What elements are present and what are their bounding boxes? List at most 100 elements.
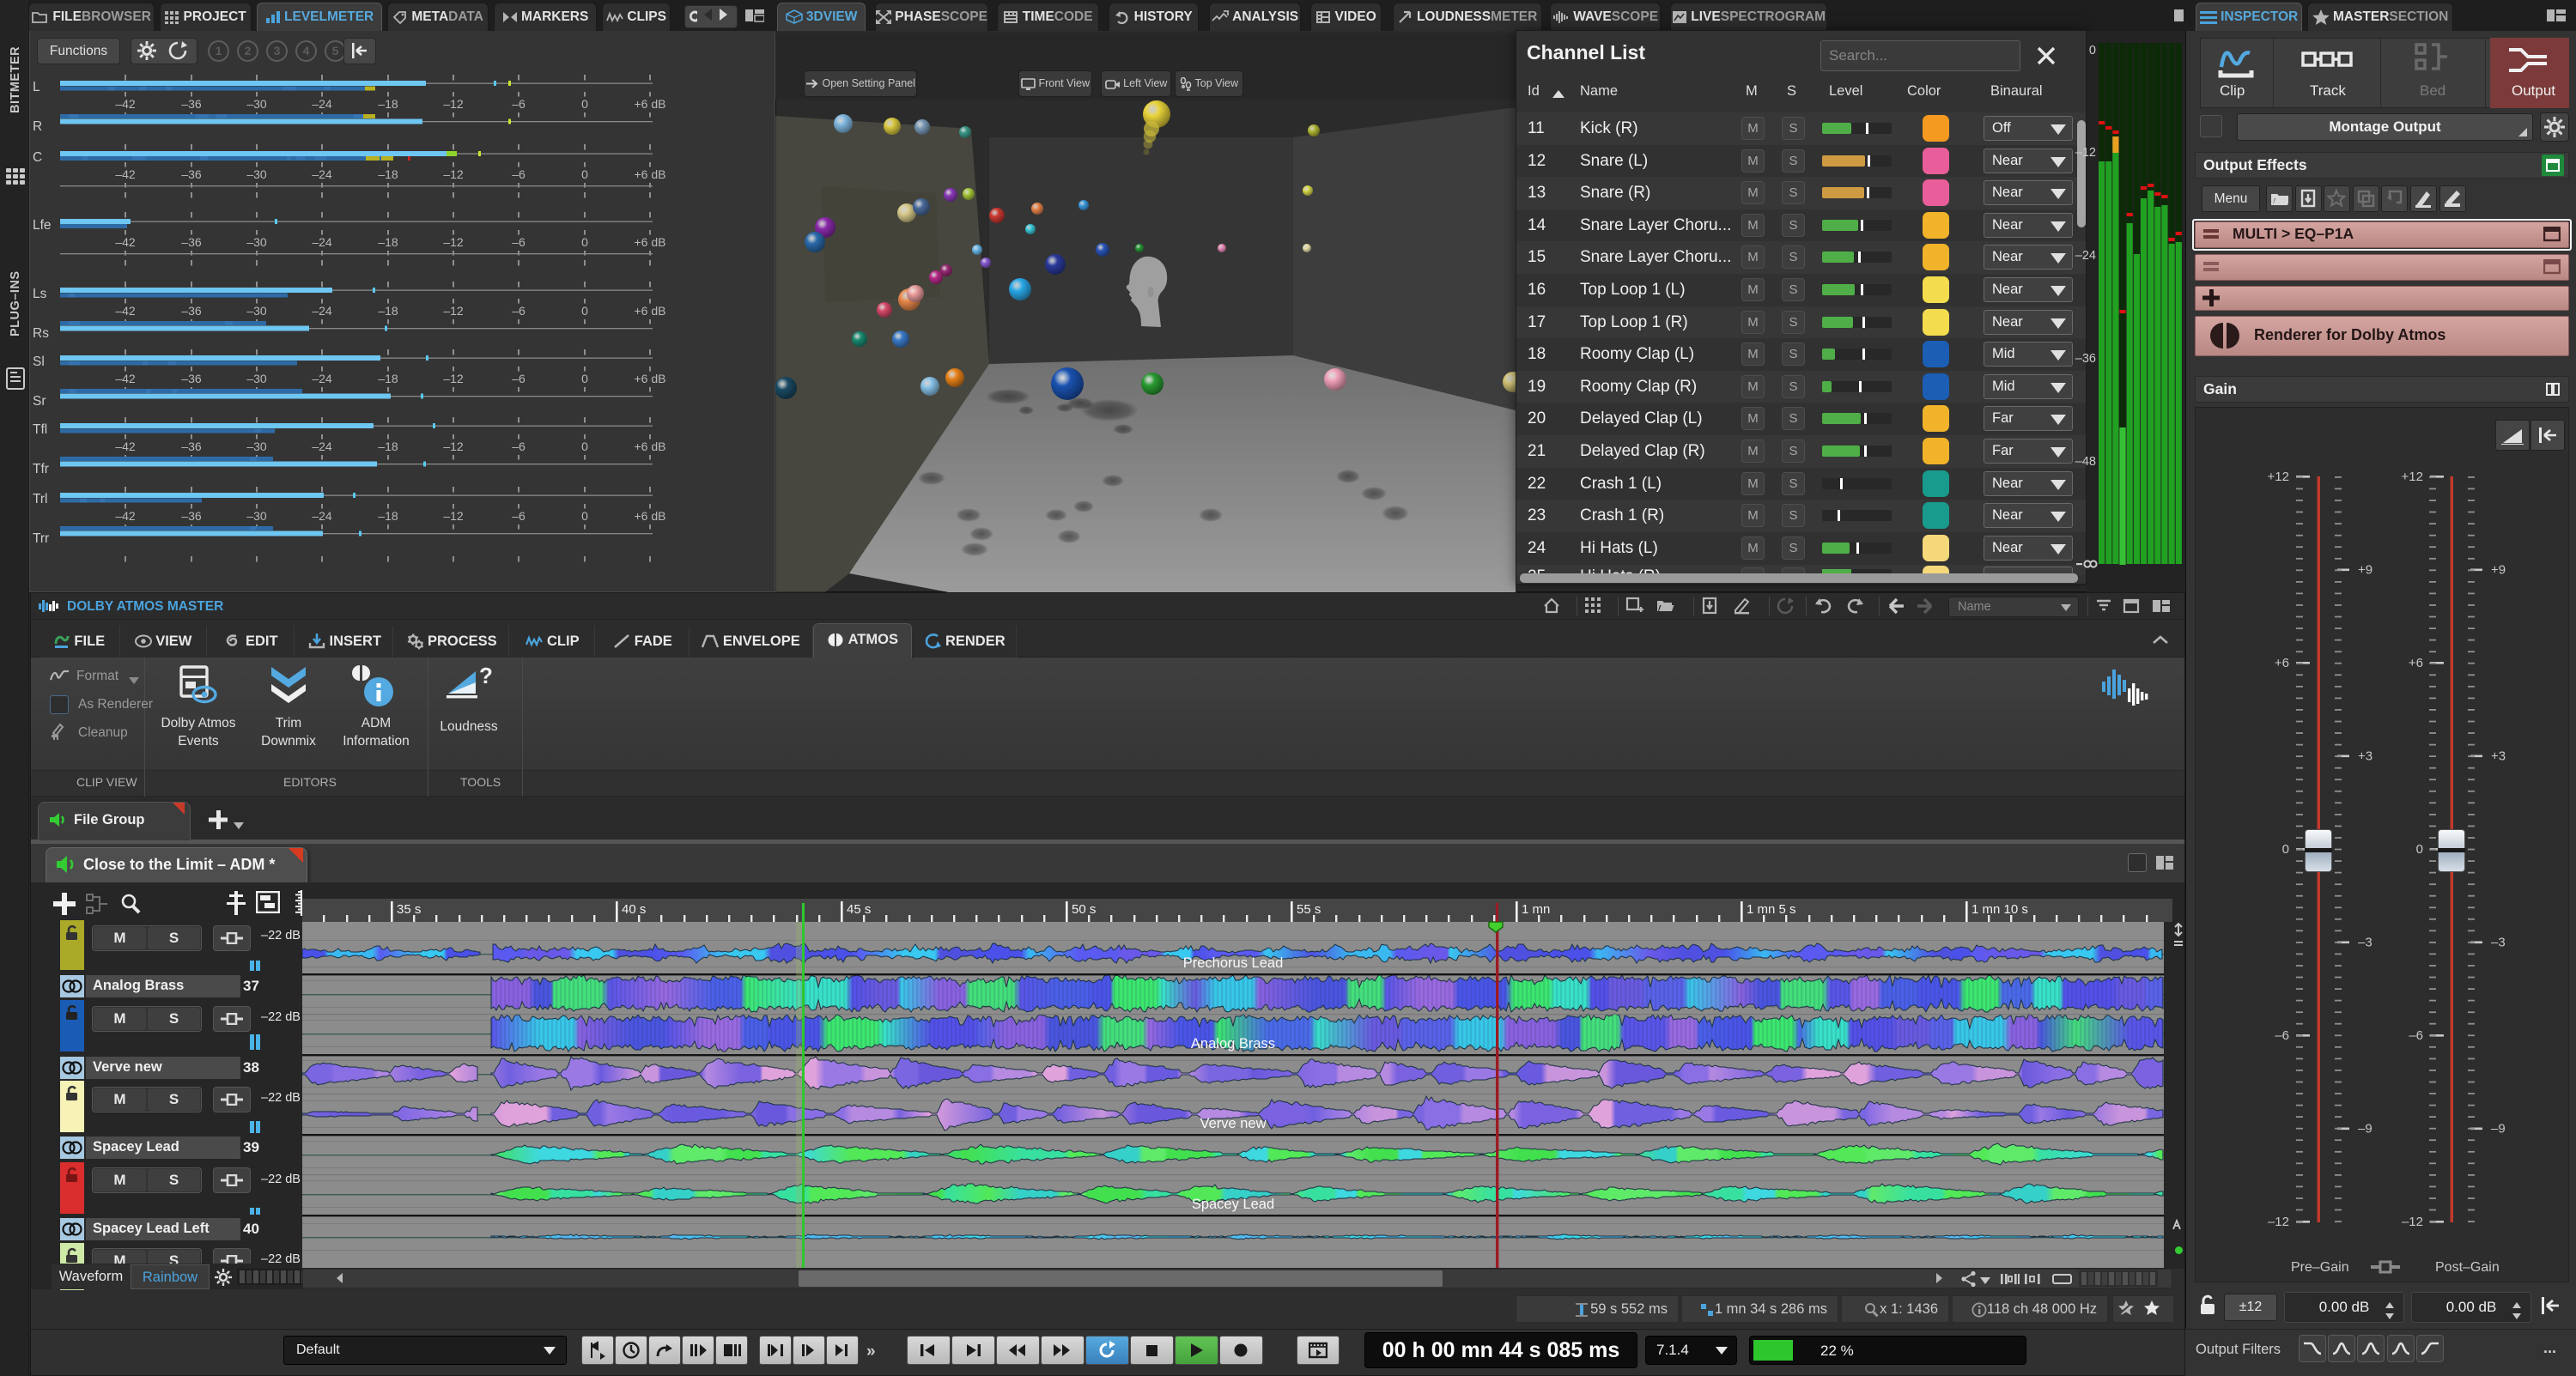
svg-text:–6: –6	[512, 235, 526, 249]
svg-text:–18: –18	[378, 304, 398, 318]
svg-text:R: R	[33, 119, 42, 134]
svg-text:–24: –24	[312, 97, 332, 111]
svg-text:Sl: Sl	[33, 355, 45, 369]
svg-text:–9: –9	[2358, 1122, 2372, 1137]
svg-text:0: 0	[2089, 44, 2096, 58]
svg-text:–12: –12	[443, 439, 464, 453]
svg-text:–30: –30	[246, 167, 267, 181]
svg-text:–36: –36	[181, 372, 202, 385]
svg-text:0: 0	[581, 509, 588, 523]
svg-text:–30: –30	[246, 439, 267, 453]
svg-text:–42: –42	[115, 97, 136, 111]
svg-text:–6: –6	[512, 97, 526, 111]
svg-text:Trr: Trr	[33, 531, 49, 546]
svg-text:–36: –36	[181, 509, 202, 523]
svg-text:+6 dB: +6 dB	[635, 304, 666, 318]
svg-text:Verve new: Verve new	[1200, 1116, 1266, 1131]
svg-text:–24: –24	[2075, 249, 2096, 263]
svg-text:0: 0	[581, 167, 588, 181]
svg-text:0: 0	[581, 439, 588, 453]
svg-text:–6: –6	[512, 304, 526, 318]
svg-text:–6: –6	[512, 372, 526, 385]
svg-text:Spacey Lead: Spacey Lead	[1192, 1197, 1274, 1212]
svg-text:L: L	[33, 80, 40, 94]
svg-text:–6: –6	[512, 509, 526, 523]
svg-text:Rs: Rs	[33, 326, 49, 341]
svg-text:–42: –42	[115, 167, 136, 181]
svg-text:Trl: Trl	[33, 492, 48, 506]
svg-text:–12: –12	[443, 509, 464, 523]
svg-text:–6: –6	[512, 439, 526, 453]
svg-text:+6 dB: +6 dB	[635, 509, 666, 523]
svg-text:–12: –12	[443, 372, 464, 385]
svg-text:–9: –9	[2491, 1122, 2506, 1137]
svg-text:35 s: 35 s	[397, 902, 421, 917]
svg-text:–36: –36	[181, 304, 202, 318]
svg-text:+12: +12	[2402, 470, 2423, 484]
svg-text:–18: –18	[378, 439, 398, 453]
svg-text:–24: –24	[312, 235, 332, 249]
svg-text:Prechorus Lead: Prechorus Lead	[1183, 955, 1284, 971]
svg-text:+3: +3	[2358, 749, 2372, 764]
svg-text:–12: –12	[2268, 1215, 2289, 1229]
svg-text:0: 0	[2416, 842, 2423, 857]
svg-text:–12: –12	[443, 235, 464, 249]
svg-text:+9: +9	[2358, 563, 2372, 578]
svg-text:0: 0	[581, 235, 588, 249]
svg-text:+6 dB: +6 dB	[635, 235, 666, 249]
svg-text:–12: –12	[2075, 146, 2096, 160]
svg-text:–36: –36	[2075, 352, 2096, 366]
svg-text:+6 dB: +6 dB	[635, 97, 666, 111]
svg-text:+6: +6	[2275, 656, 2289, 670]
svg-text:–42: –42	[115, 372, 136, 385]
svg-text:–12: –12	[443, 97, 464, 111]
svg-text:–6: –6	[512, 167, 526, 181]
svg-text:–30: –30	[246, 235, 267, 249]
svg-text:55 s: 55 s	[1297, 902, 1321, 917]
svg-text:–36: –36	[181, 97, 202, 111]
svg-text:+6 dB: +6 dB	[635, 439, 666, 453]
svg-text:0: 0	[581, 304, 588, 318]
svg-text:–42: –42	[115, 439, 136, 453]
svg-text:Ls: Ls	[33, 287, 47, 301]
svg-text:–6: –6	[2409, 1028, 2423, 1043]
svg-text:–12: –12	[443, 167, 464, 181]
svg-text:–18: –18	[378, 509, 398, 523]
svg-text:Lfe: Lfe	[33, 218, 52, 233]
svg-text:–48: –48	[2075, 455, 2096, 469]
svg-text:–42: –42	[115, 304, 136, 318]
svg-text:–12: –12	[443, 304, 464, 318]
svg-text:–24: –24	[312, 372, 332, 385]
svg-text:Analog Brass: Analog Brass	[1191, 1036, 1275, 1052]
svg-text:Tfr: Tfr	[33, 462, 49, 476]
svg-text:–24: –24	[312, 509, 332, 523]
svg-text:–18: –18	[378, 167, 398, 181]
svg-text:–18: –18	[378, 235, 398, 249]
svg-text:+12: +12	[2268, 470, 2289, 484]
svg-text:0: 0	[581, 97, 588, 111]
svg-text:–18: –18	[378, 97, 398, 111]
svg-text:1 mn 10 s: 1 mn 10 s	[1971, 902, 2028, 917]
svg-text:–6: –6	[2275, 1028, 2289, 1043]
svg-text:–12: –12	[2402, 1215, 2423, 1229]
svg-text:Tfl: Tfl	[33, 422, 47, 437]
svg-text:–42: –42	[115, 509, 136, 523]
svg-text:–24: –24	[312, 304, 332, 318]
svg-text:–36: –36	[181, 235, 202, 249]
svg-text:1 mn 5 s: 1 mn 5 s	[1747, 902, 1796, 917]
svg-text:45 s: 45 s	[847, 902, 871, 917]
svg-text:0: 0	[2282, 842, 2289, 857]
svg-text:–24: –24	[312, 167, 332, 181]
svg-text:–3: –3	[2358, 936, 2372, 950]
svg-text:50 s: 50 s	[1072, 902, 1096, 917]
svg-text:+9: +9	[2491, 563, 2506, 578]
svg-text:–18: –18	[378, 372, 398, 385]
svg-text:40 s: 40 s	[622, 902, 646, 917]
svg-text:0: 0	[581, 372, 588, 385]
svg-text:+6 dB: +6 dB	[635, 372, 666, 385]
svg-text:+6: +6	[2409, 656, 2423, 670]
svg-text:–36: –36	[181, 167, 202, 181]
svg-text:+6 dB: +6 dB	[635, 167, 666, 181]
svg-text:–30: –30	[246, 97, 267, 111]
svg-text:+3: +3	[2491, 749, 2506, 764]
